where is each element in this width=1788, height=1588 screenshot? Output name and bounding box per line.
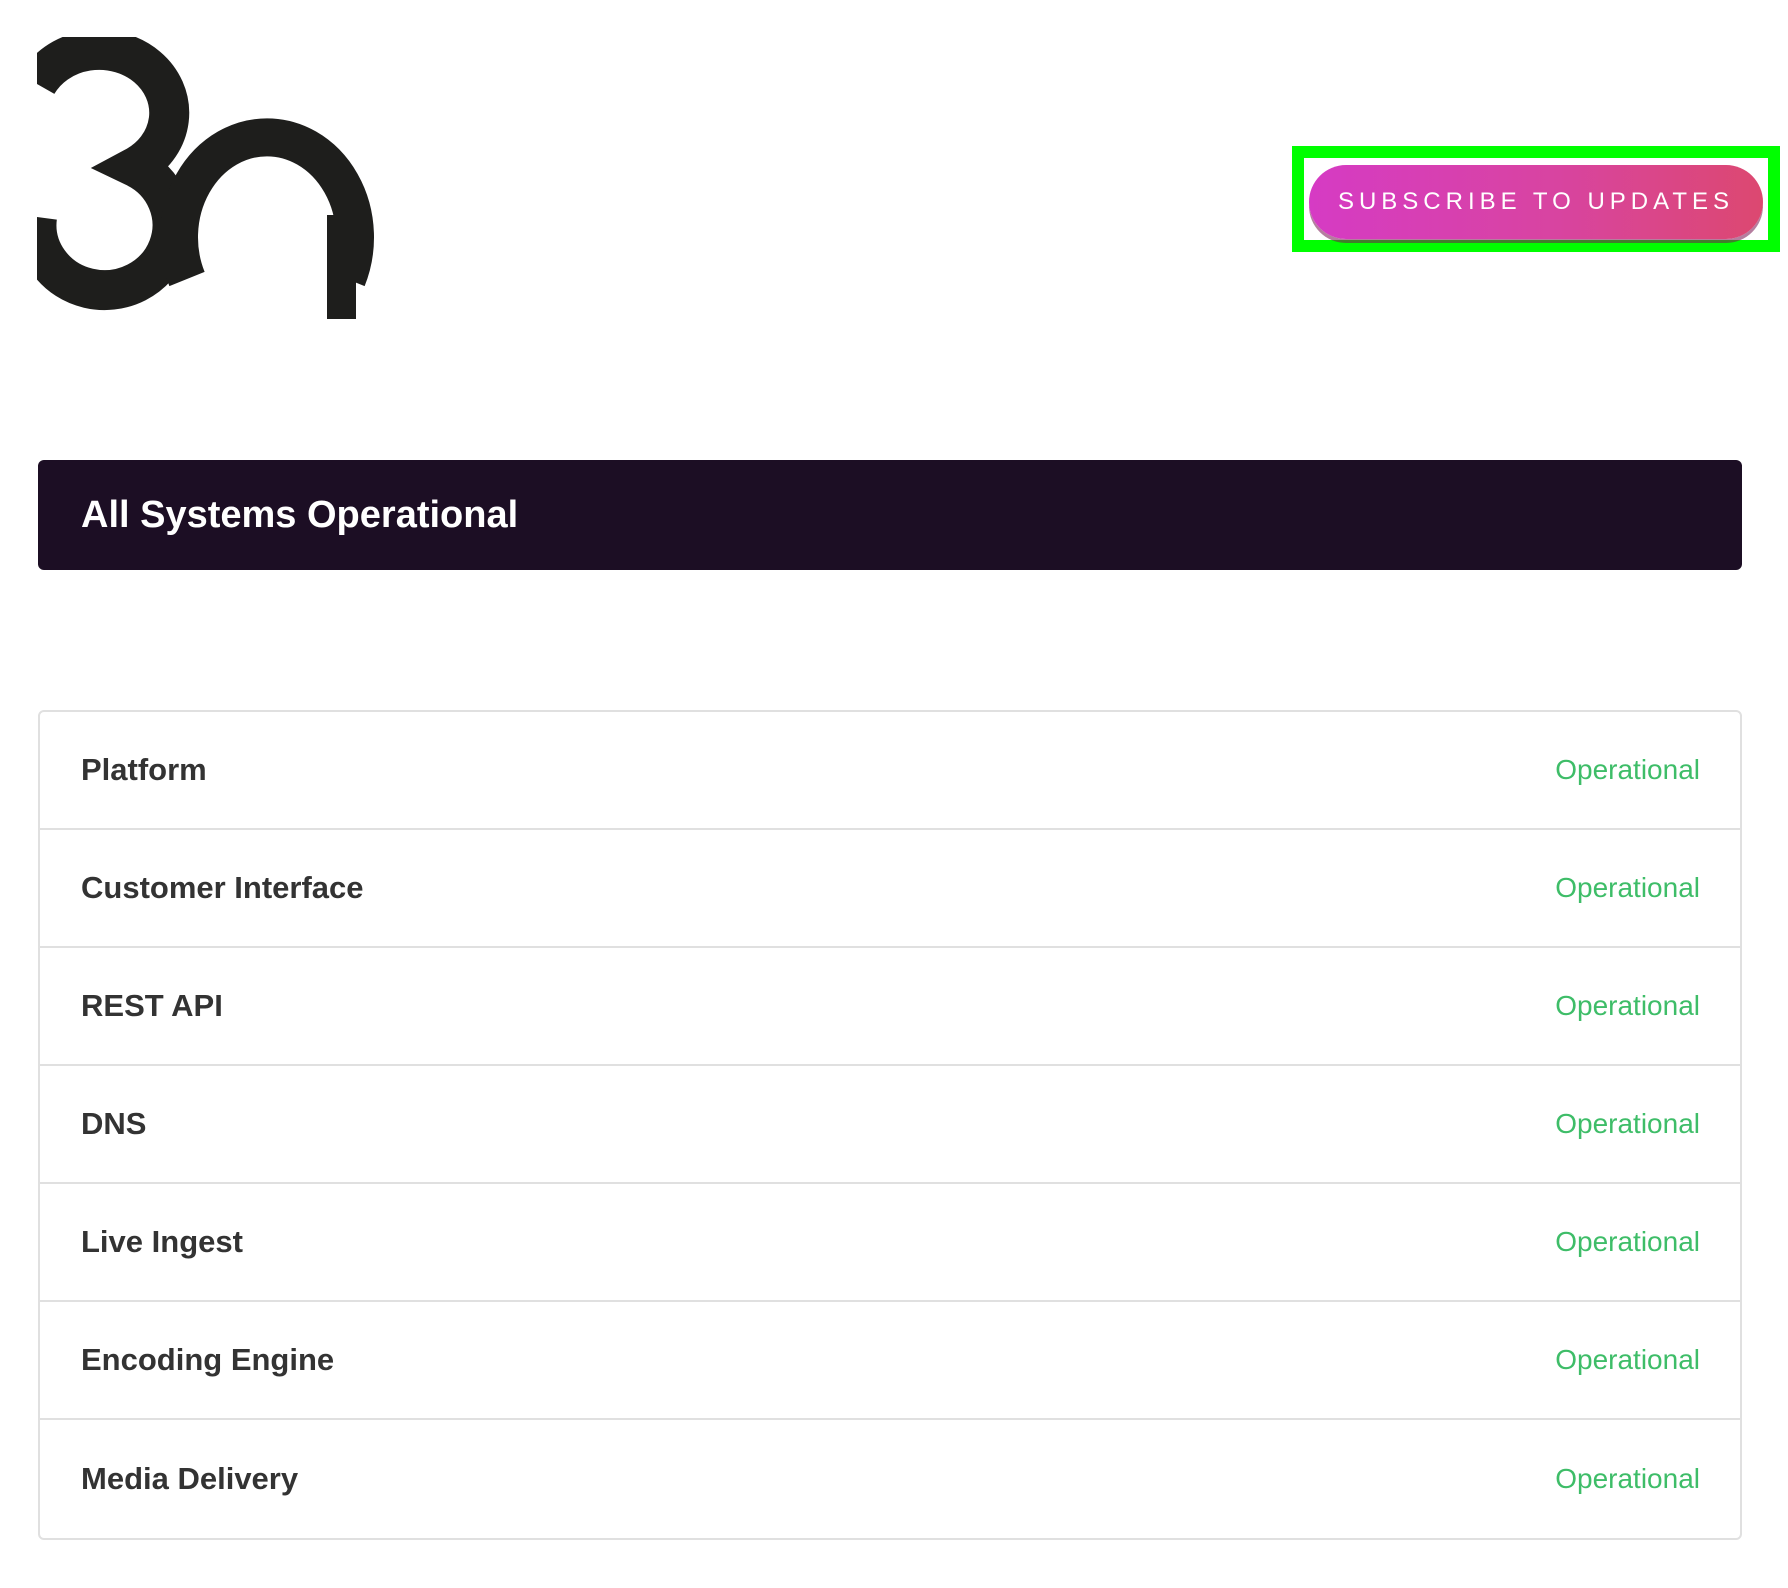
- component-name: REST API: [81, 988, 223, 1023]
- component-status: Operational: [1555, 990, 1700, 1021]
- component-status: Operational: [1555, 1463, 1700, 1494]
- component-status: Operational: [1555, 754, 1700, 785]
- component-row-media-delivery: Media Delivery Operational: [40, 1420, 1740, 1538]
- component-row-platform: Platform Operational: [40, 712, 1740, 830]
- component-name: Live Ingest: [81, 1224, 243, 1259]
- component-name: DNS: [81, 1106, 147, 1141]
- component-status: Operational: [1555, 1108, 1700, 1139]
- component-name: Platform: [81, 752, 207, 787]
- component-row-rest-api: REST API Operational: [40, 948, 1740, 1066]
- logo-digit-3: [37, 37, 193, 311]
- component-name: Media Delivery: [81, 1461, 299, 1496]
- overall-status-banner: All Systems Operational: [38, 460, 1742, 570]
- subscribe-button[interactable]: Subscribe to Updates: [1309, 165, 1763, 239]
- component-status: Operational: [1555, 872, 1700, 903]
- company-logo[interactable]: [37, 37, 467, 322]
- component-name: Encoding Engine: [81, 1342, 335, 1377]
- component-name: Customer Interface: [81, 870, 364, 905]
- component-row-live-ingest: Live Ingest Operational: [40, 1184, 1740, 1302]
- component-row-customer-interface: Customer Interface Operational: [40, 830, 1740, 948]
- component-row-dns: DNS Operational: [40, 1066, 1740, 1184]
- components-list: Platform Operational Customer Interface …: [38, 710, 1742, 1540]
- overall-status-text: All Systems Operational: [81, 493, 519, 536]
- component-row-encoding-engine: Encoding Engine Operational: [40, 1302, 1740, 1420]
- component-status: Operational: [1555, 1226, 1700, 1257]
- component-status: Operational: [1555, 1344, 1700, 1375]
